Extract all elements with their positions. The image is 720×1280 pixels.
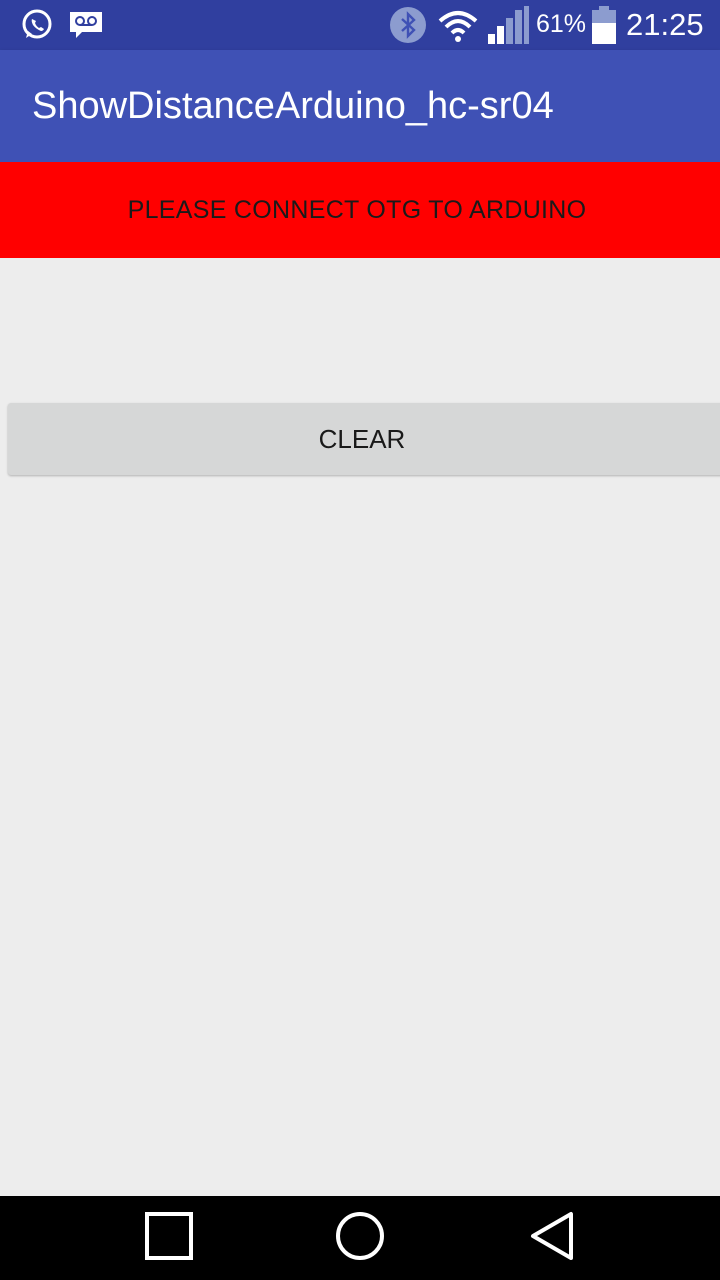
battery-percent: 61%: [536, 10, 587, 38]
app-title: ShowDistanceArduino_hc-sr04: [32, 85, 554, 127]
clear-button[interactable]: CLEAR: [8, 403, 720, 475]
recents-button[interactable]: [139, 1208, 199, 1268]
back-icon: [527, 1211, 575, 1266]
app-bar: ShowDistanceArduino_hc-sr04: [0, 50, 720, 162]
status-clock: 21:25: [626, 7, 704, 42]
connection-warning-text: PLEASE CONNECT OTG TO ARDUINO: [127, 195, 587, 224]
wifi-icon: [438, 9, 478, 48]
navigation-bar: [0, 1196, 720, 1280]
voicemail-icon: [70, 12, 102, 43]
home-icon: [335, 1211, 385, 1266]
screen: 61% 21:25 ShowDistanceArduino_hc-sr04 PL…: [0, 0, 720, 1280]
clear-button-label: CLEAR: [318, 423, 406, 454]
back-button[interactable]: [521, 1208, 581, 1268]
cell-signal-icon: [488, 6, 530, 49]
battery-icon: [592, 6, 616, 49]
home-button[interactable]: [330, 1208, 390, 1268]
bluetooth-icon: [390, 7, 426, 48]
connection-warning-banner: PLEASE CONNECT OTG TO ARDUINO: [0, 162, 720, 258]
whatsapp-icon: [20, 8, 54, 47]
recents-icon: [145, 1211, 193, 1265]
status-bar: 61% 21:25: [0, 0, 720, 50]
